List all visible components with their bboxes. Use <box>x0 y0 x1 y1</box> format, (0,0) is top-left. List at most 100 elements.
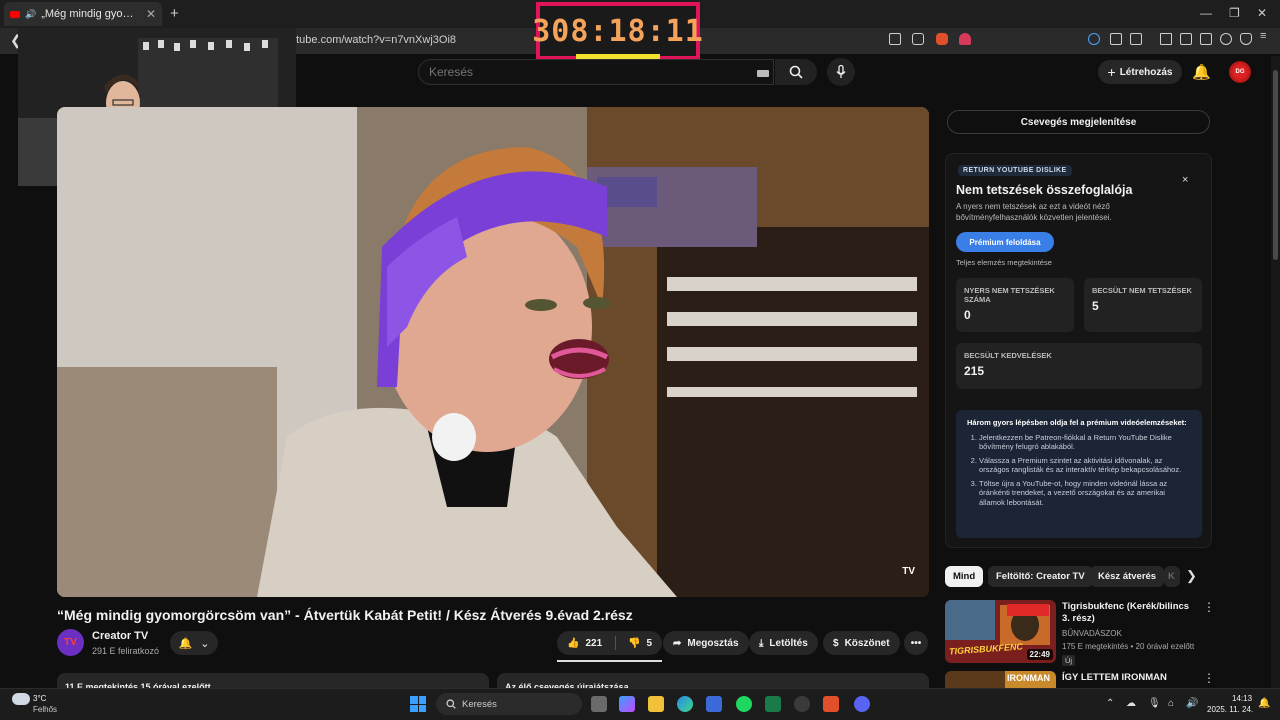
obs-icon[interactable] <box>794 696 810 712</box>
search-box[interactable] <box>418 59 774 85</box>
onedrive-icon[interactable]: ☁ <box>1126 698 1136 709</box>
leo-ai-icon[interactable] <box>1220 33 1232 45</box>
show-chat-button[interactable]: Csevegés megjelenítése <box>947 110 1210 134</box>
full-analysis-link[interactable]: Teljes elemzés megtekintése <box>956 258 1052 267</box>
minimize-button[interactable]: — <box>1200 6 1212 20</box>
return-youtube-dislike-panel: RETURN YOUTUBE DISLIKE × Nem tetszések ö… <box>945 153 1212 548</box>
dislike-count: 5 <box>646 637 652 649</box>
windows-taskbar <box>0 688 1280 720</box>
rtd-title: Nem tetszések összefoglalója <box>956 183 1133 197</box>
file-explorer-icon[interactable] <box>648 696 664 712</box>
create-button[interactable]: + Létrehozás <box>1098 60 1182 84</box>
task-view-icon[interactable] <box>591 696 607 712</box>
chevron-right-icon[interactable]: ❯ <box>1186 568 1197 584</box>
more-vertical-icon[interactable]: ⋮ <box>1203 600 1215 614</box>
chip-all[interactable]: Mind <box>945 566 984 587</box>
microphone-tray-icon[interactable]: 🎙 <box>1148 698 1161 709</box>
scrollbar-thumb[interactable] <box>1273 70 1278 260</box>
chip-uploader[interactable]: Feltöltő: Creator TV <box>988 566 1093 587</box>
taskbar-search[interactable]: Keresés <box>436 693 582 715</box>
cast-icon[interactable] <box>889 33 901 45</box>
share-button[interactable]: ➦ Megosztás <box>663 631 749 655</box>
stream-timer: 308:18:11 <box>532 2 703 60</box>
recommended-title[interactable]: Tigrisbukfenc (Kerék/bilincs 3. rész) <box>1062 601 1194 625</box>
audio-icon[interactable] <box>1088 33 1100 45</box>
video-player[interactable]: TV <box>57 107 929 597</box>
recommended-channel[interactable]: BŰNVADÁSZOK <box>1062 628 1122 639</box>
brave-icon[interactable] <box>823 696 839 712</box>
brave-shields-icon[interactable] <box>936 33 948 45</box>
tab-close-icon[interactable]: ✕ <box>146 7 156 21</box>
search-button[interactable] <box>775 59 817 85</box>
weather-description[interactable]: Felhős <box>33 705 57 714</box>
extensions-icon[interactable] <box>1110 33 1122 45</box>
new-tab-button[interactable]: + <box>170 5 179 22</box>
keyboard-icon[interactable] <box>757 70 769 77</box>
music-icon[interactable] <box>1160 33 1172 45</box>
search-icon <box>789 65 803 79</box>
menu-icon[interactable]: ≡ <box>1260 30 1272 42</box>
volume-icon[interactable]: 🔊 <box>1186 698 1198 709</box>
more-actions-button[interactable]: ••• <box>904 631 928 655</box>
speaker-icon: 🔊 <box>25 8 37 19</box>
unlock-premium-button[interactable]: Prémium feloldása <box>956 232 1054 252</box>
notifications-icon[interactable]: 🔔 <box>1258 698 1270 709</box>
channel-avatar-text: TV <box>64 637 77 648</box>
excel-icon[interactable] <box>765 696 781 712</box>
cloud-icon[interactable] <box>12 693 30 705</box>
recommended-thumbnail[interactable]: IRONMAN <box>945 671 1056 688</box>
windows-start-icon[interactable] <box>410 696 426 712</box>
thanks-icon: $ <box>833 637 839 649</box>
wallet-icon[interactable] <box>1200 33 1212 45</box>
thanks-button[interactable]: $ Köszönet <box>823 631 900 655</box>
channel-avatar[interactable]: TV <box>57 629 84 656</box>
close-icon[interactable]: × <box>1182 174 1188 186</box>
discord-icon[interactable] <box>854 696 870 712</box>
search-input[interactable] <box>429 65 729 79</box>
brave-rewards-icon[interactable] <box>959 33 971 45</box>
vpn-icon[interactable] <box>1240 33 1252 45</box>
chip-kesz-atveres[interactable]: Kész átverés <box>1090 566 1165 587</box>
copilot-icon[interactable] <box>619 696 635 712</box>
stat-label: BECSÜLT NEM TETSZÉSEK <box>1092 286 1192 295</box>
user-avatar[interactable]: DG <box>1229 61 1251 83</box>
subscription-bell-button[interactable]: 🔔 ⌄ <box>170 631 218 655</box>
store-icon[interactable] <box>706 696 722 712</box>
clock-date[interactable]: 2025. 11. 24. <box>1207 705 1253 714</box>
more-vertical-icon[interactable]: ⋮ <box>1203 671 1215 685</box>
download-button[interactable]: ⤓ Letöltés <box>749 631 818 655</box>
like-button[interactable]: 👍 221 <box>567 638 602 649</box>
microphone-icon <box>836 65 846 78</box>
clock-time[interactable]: 14:13 <box>1232 694 1252 703</box>
video-title: “Még mindig gyomorgörcsöm van” - Átvertü… <box>57 607 633 623</box>
browser-tab[interactable]: 🔊 „Még mindig gyomorgörcsöm ✕ <box>4 2 162 26</box>
chevron-up-icon[interactable]: ⌃ <box>1106 698 1114 709</box>
raw-dislikes-stat: NYERS NEM TETSZÉSEK SZÁMA 0 <box>956 278 1074 332</box>
thumbs-up-icon: 👍 <box>567 637 580 649</box>
network-icon[interactable]: ⌂ <box>1168 698 1174 709</box>
spotify-icon[interactable] <box>736 696 752 712</box>
channel-name[interactable]: Creator TV <box>92 630 148 642</box>
close-window-button[interactable]: ✕ <box>1257 6 1267 20</box>
recommended-title[interactable]: ÍGY LETTEM IRONMAN <box>1062 672 1194 684</box>
youtube-favicon-icon <box>10 10 20 18</box>
sidebar-icon[interactable] <box>1180 33 1192 45</box>
screenshot-icon[interactable] <box>1130 33 1142 45</box>
notifications-bell-icon[interactable]: 🔔 <box>1192 63 1211 81</box>
edge-icon[interactable] <box>677 696 693 712</box>
recommended-thumbnail[interactable]: TIGRISBUKFENC 22:49 <box>945 600 1056 663</box>
new-badge: Új <box>1062 655 1076 666</box>
stat-value: 5 <box>1092 299 1099 313</box>
weather-temperature[interactable]: 3°C <box>33 694 46 703</box>
voice-search-button[interactable] <box>827 58 855 86</box>
url-field[interactable]: utube.com/watch?v=n7vnXwj3Oi8 <box>290 34 456 46</box>
download-label: Letöltés <box>769 637 808 649</box>
stat-label: NYERS NEM TETSZÉSEK SZÁMA <box>964 286 1055 304</box>
share-page-icon[interactable] <box>912 33 924 45</box>
maximize-button[interactable]: ❐ <box>1229 6 1240 20</box>
chip-partial[interactable]: K <box>1164 566 1180 587</box>
tab-title: „Még mindig gyomorgörcsöm <box>41 8 141 20</box>
chevron-down-icon: ⌄ <box>200 637 210 650</box>
dislike-button[interactable]: 👎 5 <box>628 638 652 649</box>
share-icon: ➦ <box>673 637 682 649</box>
